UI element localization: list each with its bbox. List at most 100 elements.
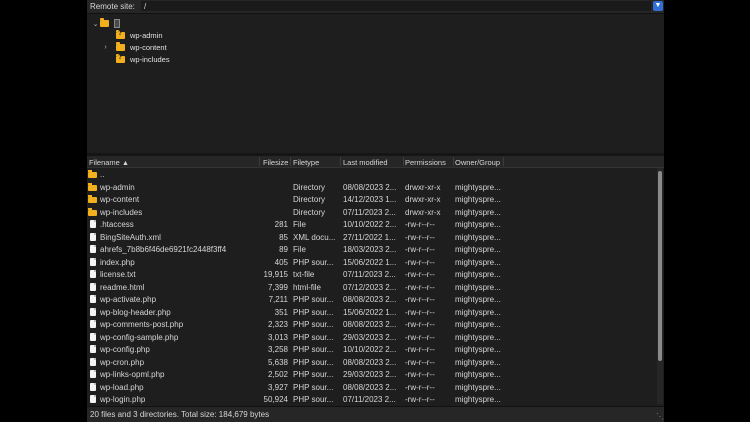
cell-owner-group: mightyspre... [455,295,501,304]
cell-filetype: PHP sour... [293,382,334,392]
cell-owner-group: mightyspre... [455,232,501,242]
file-icon [90,307,96,316]
cell-permissions: -rw-r--r-- [405,332,435,342]
table-row[interactable]: wp-load.php 3,927 PHP sour... 08/08/2023 2.… [87,381,657,394]
file-list-header: Filename ▲ Filesize Filetype Last modifi… [87,156,664,168]
cell-filename: wp-comments-post.php [100,320,184,329]
cell-owner-group: mightyspre... [455,332,501,342]
column-divider[interactable] [403,157,404,166]
cell-filename: wp-blog-header.php [100,307,171,317]
vertical-scrollbar[interactable] [657,168,663,404]
table-row[interactable]: BingSiteAuth.xml 85 XML docu... 27/11/2022 … [87,231,657,244]
cell-last-modified: 29/03/2023 2... [343,370,397,379]
folder-unknown-icon [116,54,125,63]
table-row[interactable]: wp-admin Directory 08/08/2023 2... drwxr-xr… [87,181,657,194]
cell-filetype: PHP sour... [293,370,334,379]
column-divider[interactable] [340,157,341,166]
cell-filesize: 351 [274,307,288,317]
cell-filesize: 7,399 [267,282,288,292]
table-row[interactable]: wp-content Directory 14/12/2023 1... drwxr-… [87,193,657,206]
cell-last-modified: 10/10/2022 2... [343,345,397,354]
table-row[interactable]: .htaccess 281 File 10/10/2022 2... -rw-r--r-… [87,218,657,231]
cell-last-modified: 08/08/2023 2... [343,320,397,329]
tree-item-wp-includes[interactable]: wp-includes [116,54,170,65]
column-divider[interactable] [290,157,291,166]
file-icon [90,357,96,366]
column-filename[interactable]: Filename ▲ [89,158,129,167]
cell-last-modified: 29/03/2023 2... [343,332,397,342]
cell-permissions: -rw-r--r-- [405,282,435,292]
cell-filename: wp-load.php [100,382,144,392]
table-row[interactable]: .. [87,168,657,181]
cell-filetype: Directory [293,195,326,204]
remote-path-input[interactable] [141,1,651,11]
cell-permissions: drwxr-xr-x [405,195,441,204]
scrollbar-thumb[interactable] [658,171,662,361]
tree-item-root[interactable]: ⌄ [91,18,120,29]
cell-permissions: drwxr-xr-x [405,182,441,192]
table-row[interactable]: ahrefs_7b8b6f46de6921fc2448f3ff4 89 File 18… [87,243,657,256]
cell-filename: readme.html [100,282,145,292]
resize-grip-icon[interactable]: ⋱ [656,412,664,421]
table-row[interactable]: wp-login.php 50,924 PHP sour... 07/11/2023 … [87,393,657,406]
tree-item-wp-content[interactable]: › wp-content [101,42,167,53]
cell-filetype: PHP sour... [293,320,334,329]
cell-filename: wp-login.php [100,395,146,404]
cell-filesize: 50,924 [263,395,288,404]
cell-filetype: Directory [293,207,326,217]
table-row[interactable]: wp-includes Directory 07/11/2023 2... drwxr… [87,206,657,219]
table-row[interactable]: wp-activate.php 7,211 PHP sour... 08/08/202… [87,293,657,306]
cell-filetype: Directory [293,182,326,192]
column-filetype[interactable]: Filetype [293,158,319,167]
sort-ascending-icon: ▲ [121,160,129,167]
cell-filetype: txt-file [293,270,315,279]
table-row[interactable]: wp-cron.php 5,638 PHP sour... 08/08/2023 2.… [87,356,657,369]
cell-filename: wp-activate.php [100,295,157,304]
file-icon [90,295,96,303]
cell-filesize: 405 [274,257,288,267]
status-bar: 20 files and 3 directories. Total size: … [87,406,664,422]
tree-item-wp-admin[interactable]: wp-admin [116,30,163,41]
cell-owner-group: mightyspre... [455,382,501,392]
cell-last-modified: 14/12/2023 1... [343,195,397,204]
file-icon [90,282,96,291]
column-divider[interactable] [503,157,504,166]
cell-last-modified: 15/06/2022 1... [343,257,397,267]
folder-icon [88,182,97,191]
chevron-down-icon[interactable]: ⌄ [91,20,100,28]
cell-owner-group: mightyspre... [455,182,501,192]
column-owner-group[interactable]: Owner/Group [455,158,500,167]
cell-filetype: PHP sour... [293,295,334,304]
cell-filename: wp-cron.php [100,357,145,367]
file-icon [90,245,96,253]
chevron-right-icon[interactable]: › [101,44,110,51]
table-row[interactable]: wp-links-opml.php 2,502 PHP sour... 29/03/2… [87,368,657,381]
table-row[interactable]: wp-config-sample.php 3,013 PHP sour... 29/0… [87,331,657,344]
table-row[interactable]: index.php 405 PHP sour... 15/06/2022 1... -r… [87,256,657,269]
cell-last-modified: 15/06/2022 1... [343,307,397,317]
cell-owner-group: mightyspre... [455,257,501,267]
directory-tree[interactable]: ⌄ wp-admin › wp-content wp-includes [87,14,664,152]
cell-filesize: 5,638 [267,357,288,367]
table-row[interactable]: wp-blog-header.php 351 PHP sour... 15/06/20… [87,306,657,319]
cell-filetype: html-file [293,282,322,292]
tree-item-label: wp-includes [130,55,170,64]
cell-owner-group: mightyspre... [455,195,501,204]
table-row[interactable]: readme.html 7,399 html-file 07/12/2023 2...… [87,281,657,294]
column-divider[interactable] [453,157,454,166]
cell-filename: wp-admin [100,182,135,192]
cell-permissions: drwxr-xr-x [405,207,441,217]
cell-filetype: File [293,245,306,254]
cell-filetype: PHP sour... [293,332,334,342]
cell-owner-group: mightyspre... [455,307,501,317]
column-filesize[interactable]: Filesize [263,158,288,167]
table-row[interactable]: wp-comments-post.php 2,323 PHP sour... 08/0… [87,318,657,331]
table-row[interactable]: wp-config.php 3,258 PHP sour... 10/10/2022 … [87,343,657,356]
column-last-modified[interactable]: Last modified [343,158,388,167]
chevron-down-icon[interactable]: ▼ [653,1,663,11]
remote-site-label: Remote site: [90,2,135,11]
cell-filesize: 89 [279,245,288,254]
column-divider[interactable] [259,157,260,166]
table-row[interactable]: license.txt 19,915 txt-file 07/11/2023 2...… [87,268,657,281]
column-permissions[interactable]: Permissions [405,158,446,167]
